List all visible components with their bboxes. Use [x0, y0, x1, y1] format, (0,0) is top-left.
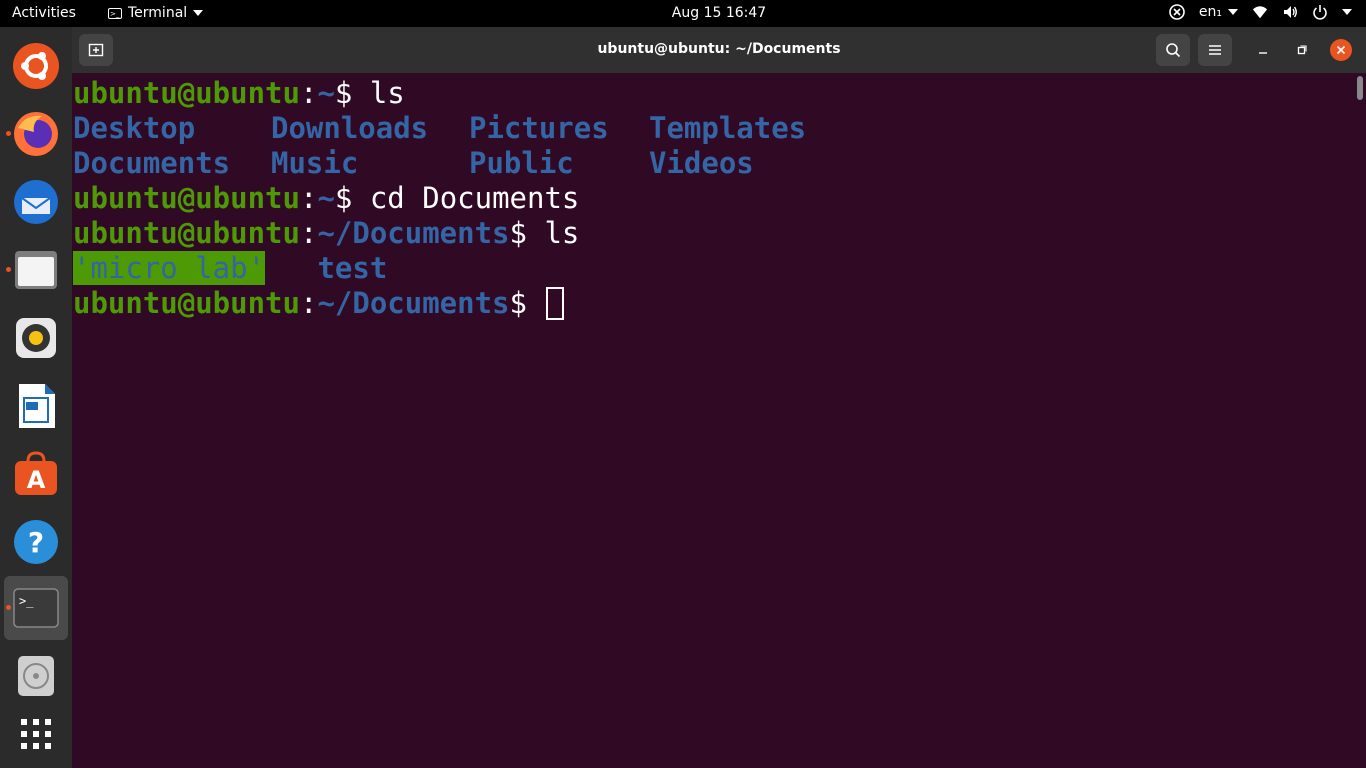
system-tray: en₁ [1169, 4, 1352, 20]
minimize-button[interactable] [1254, 41, 1272, 59]
terminal-icon: >_ [13, 588, 59, 628]
scrollbar-thumb[interactable] [1357, 76, 1363, 100]
directory-entry: Music [271, 146, 359, 180]
dock-item-ubuntu[interactable] [4, 34, 68, 98]
running-indicator [6, 131, 11, 136]
directory-entry: Pictures [469, 111, 609, 145]
prompt-path: ~/Documents [317, 216, 510, 250]
directory-entry: Public [469, 146, 574, 180]
thunderbird-icon [14, 180, 58, 224]
terminal-scrollbar[interactable] [1354, 73, 1366, 768]
prompt-path: ~ [317, 181, 335, 215]
chevron-down-icon[interactable] [1342, 9, 1352, 15]
rhythmbox-icon [16, 318, 56, 358]
dock-item-files[interactable] [4, 238, 68, 302]
svg-text:?: ? [28, 526, 44, 559]
prompt-user-host: ubuntu@ubuntu [73, 216, 300, 250]
prompt-colon: : [299, 76, 318, 110]
dock-item-rhythmbox[interactable] [4, 306, 68, 370]
terminal-line: ubuntu@ubuntu:~$ cd Documents [73, 181, 1354, 216]
search-icon [1166, 43, 1181, 58]
prompt-user-host: ubuntu@ubuntu [73, 286, 300, 320]
volume-icon[interactable] [1282, 4, 1298, 20]
help-icon: ? [14, 520, 58, 564]
power-icon[interactable] [1312, 4, 1328, 20]
hamburger-menu-icon [1209, 45, 1221, 55]
window-titlebar[interactable]: ubuntu@ubuntu: ~/Documents [72, 27, 1366, 73]
search-button[interactable] [1156, 34, 1190, 66]
prompt-path: ~ [317, 76, 335, 110]
prompt-sign: $ [509, 216, 527, 250]
dock-item-optical-drive[interactable] [4, 644, 68, 708]
directory-entry: Desktop [73, 111, 196, 145]
libreoffice-writer-icon [19, 384, 55, 428]
prompt-user-host: ubuntu@ubuntu [73, 181, 300, 215]
listing-row: Documents Music Public Videos [73, 146, 1354, 181]
terminal-output[interactable]: ubuntu@ubuntu:~$ ls Desktop Downloads Pict… [72, 73, 1354, 768]
dock: A ? >_ [0, 27, 72, 768]
software-center-icon: A [15, 451, 57, 495]
prompt-path: ~/Documents [317, 286, 510, 320]
listing-row: Desktop Downloads Pictures Templates [73, 111, 1354, 146]
prompt-colon: : [299, 286, 318, 320]
maximize-button[interactable] [1293, 41, 1311, 59]
prompt-sign: $ [334, 181, 353, 215]
directory-entry-highlighted: 'micro lab' [73, 251, 266, 285]
dock-item-help[interactable]: ? [4, 510, 68, 574]
minimize-icon [1259, 52, 1267, 54]
directory-entry: Templates [649, 111, 807, 145]
command-text: cd Documents [352, 181, 580, 215]
close-button[interactable] [1330, 39, 1352, 61]
menu-button[interactable] [1198, 34, 1232, 66]
running-indicator [6, 267, 11, 272]
chevron-down-icon [1228, 9, 1238, 15]
wifi-icon[interactable] [1252, 4, 1268, 20]
prompt-sign: $ [509, 286, 527, 320]
directory-entry: Downloads [271, 111, 429, 145]
prompt-colon: : [299, 181, 318, 215]
directory-entry: test [317, 251, 388, 285]
svg-text:>_: >_ [19, 594, 34, 608]
dock-item-writer[interactable] [4, 374, 68, 438]
dock-item-show-apps[interactable] [4, 702, 68, 766]
top-bar: Activities >_ Terminal Aug 15 16:47 en₁ [0, 0, 1366, 27]
dock-item-firefox[interactable] [4, 102, 68, 166]
prompt-user-host: ubuntu@ubuntu [73, 76, 300, 110]
listing-row: 'micro lab' test [73, 251, 1354, 286]
directory-entry: Videos [649, 146, 754, 180]
show-applications-icon [21, 719, 51, 749]
dock-item-software[interactable]: A [4, 442, 68, 506]
dock-item-terminal[interactable]: >_ [4, 576, 68, 640]
svg-text:A: A [27, 466, 46, 494]
terminal-cursor [546, 287, 565, 320]
clock[interactable]: Aug 15 16:47 [0, 5, 1366, 21]
command-text: ls [352, 76, 405, 110]
language-selector[interactable]: en₁ [1199, 4, 1238, 20]
language-label: en₁ [1198, 4, 1222, 20]
accessibility-icon[interactable] [1169, 4, 1185, 20]
firefox-icon [14, 112, 58, 156]
ubuntu-logo-icon [13, 43, 59, 89]
close-icon [1336, 45, 1346, 55]
directory-entry: Documents [73, 146, 231, 180]
terminal-line: ubuntu@ubuntu:~/Documents$ ls [73, 216, 1354, 251]
dock-item-thunderbird[interactable] [4, 170, 68, 234]
command-text: ls [526, 216, 580, 250]
running-indicator [6, 605, 11, 610]
files-icon [15, 251, 57, 289]
prompt-colon: : [299, 216, 318, 250]
prompt-sign: $ [334, 76, 353, 110]
optical-drive-icon [18, 656, 54, 696]
restore-icon [1297, 45, 1307, 55]
terminal-line: ubuntu@ubuntu:~$ ls [73, 76, 1354, 111]
terminal-line: ubuntu@ubuntu:~/Documents$ [73, 286, 1354, 321]
